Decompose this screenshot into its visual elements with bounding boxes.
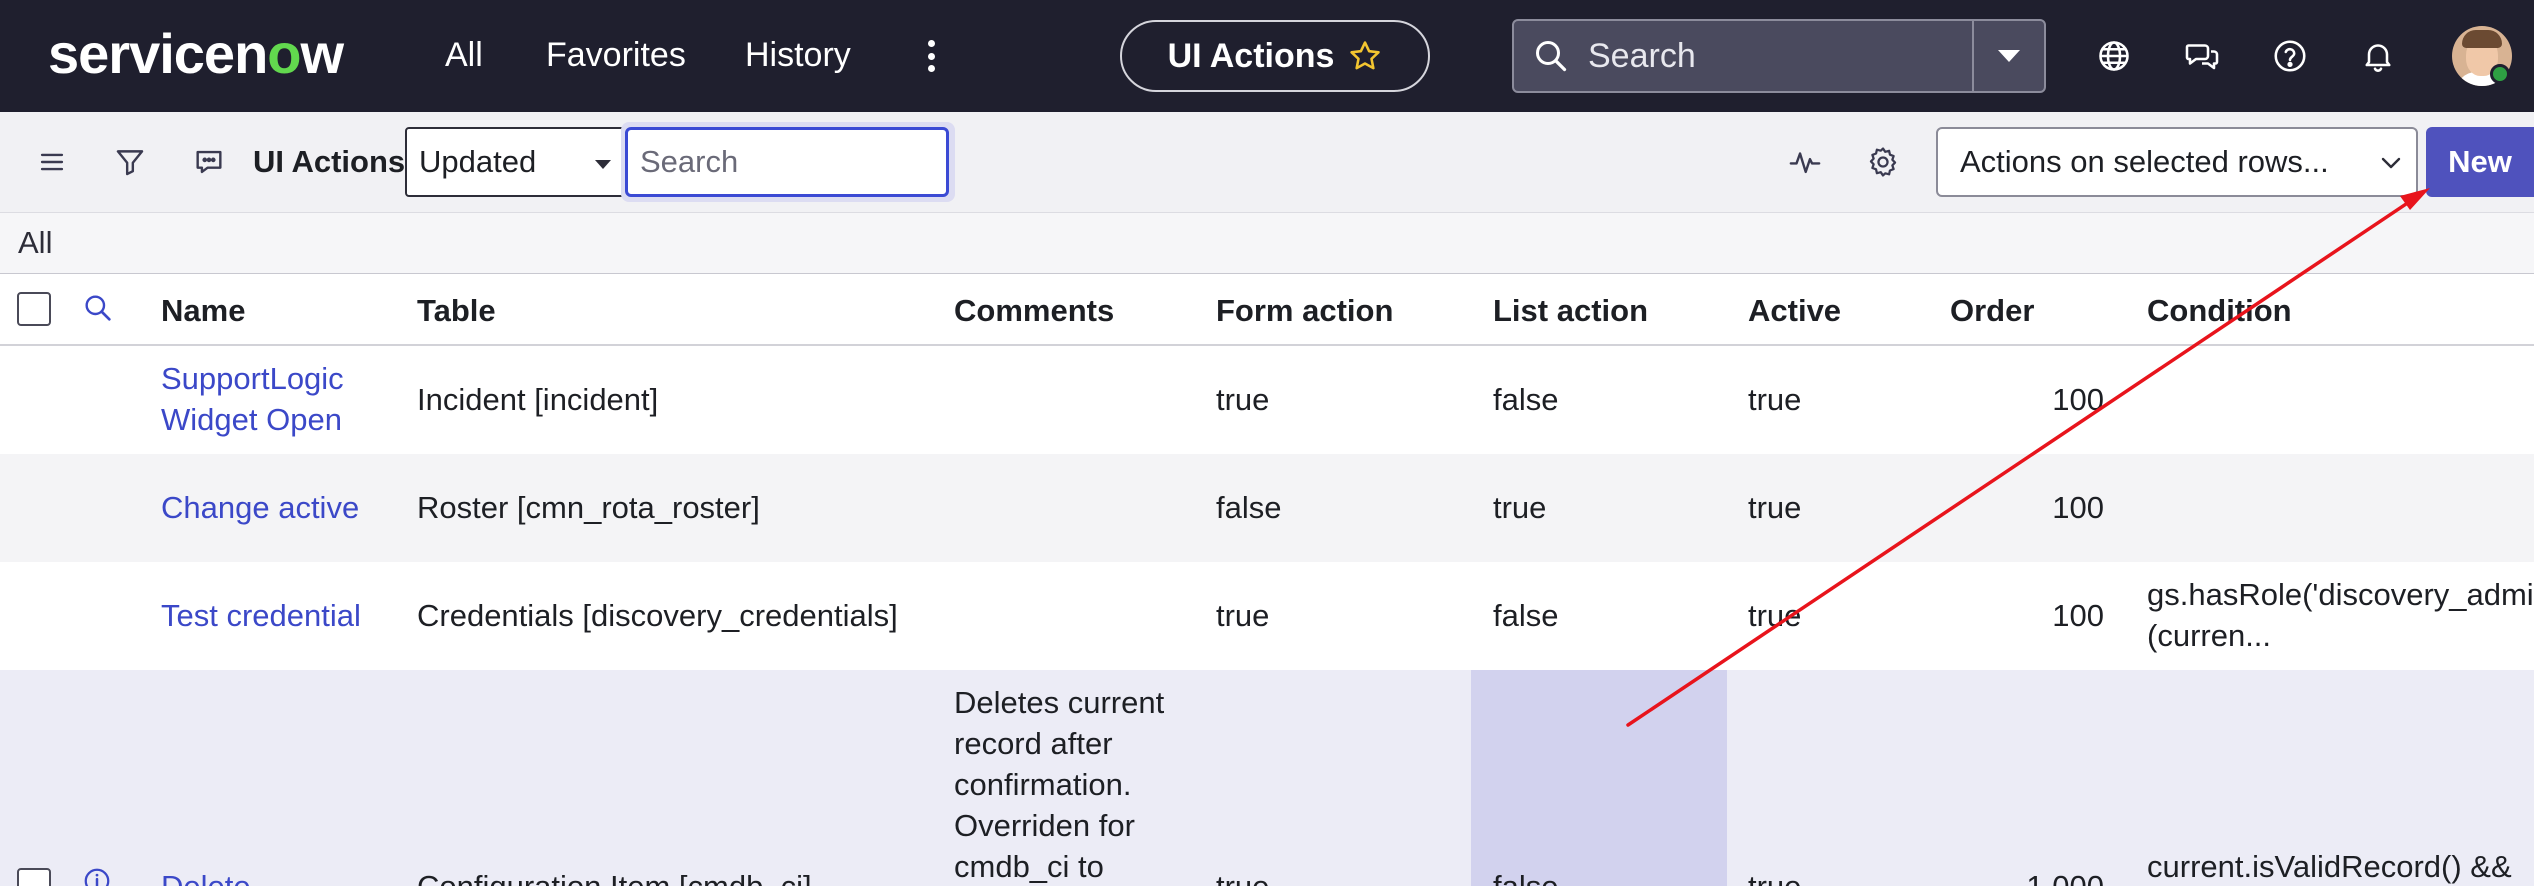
list-activity-stream-icon[interactable] bbox=[189, 142, 229, 182]
column-header-name[interactable]: Name bbox=[161, 292, 245, 330]
chat-icon[interactable] bbox=[2180, 34, 2224, 78]
breadcrumb-all[interactable]: All bbox=[18, 225, 52, 261]
name-line: SupportLogic bbox=[161, 361, 344, 396]
table-cell: Roster [cmn_rota_roster] bbox=[417, 490, 760, 525]
table-cell: Configuration Item [cmdb_ci] bbox=[417, 866, 812, 886]
active-cell: true bbox=[1748, 598, 1802, 633]
form-action-cell: true bbox=[1216, 866, 1269, 886]
global-search-input[interactable]: Search bbox=[1588, 37, 1972, 76]
name-line: Widget Open bbox=[161, 402, 342, 437]
list-action-cell-highlight bbox=[1471, 670, 1727, 886]
list-search-input[interactable]: Search bbox=[625, 127, 949, 197]
column-header-comments[interactable]: Comments bbox=[954, 292, 1114, 330]
active-cell: true bbox=[1748, 490, 1802, 525]
column-search-icon[interactable] bbox=[82, 292, 118, 328]
column-header-list-action[interactable]: List action bbox=[1493, 292, 1648, 330]
record-name-link[interactable]: Test credential bbox=[161, 595, 361, 636]
comment-line: Deletes current bbox=[954, 685, 1165, 720]
active-cell: true bbox=[1748, 382, 1802, 417]
condition-cell: gs.hasRole('discovery_admin' (curren... bbox=[2147, 574, 2534, 656]
notifications-bell-icon[interactable] bbox=[2356, 34, 2400, 78]
order-cell: 100 bbox=[2052, 598, 2104, 633]
chevron-down-icon bbox=[2381, 157, 2401, 169]
column-header-condition[interactable]: Condition bbox=[2147, 292, 2292, 330]
context-title-pill[interactable]: UI Actions bbox=[1120, 20, 1430, 92]
list-action-cell: false bbox=[1493, 866, 1558, 886]
caret-down-icon bbox=[1998, 50, 2020, 62]
comments-cell: Deletes current record after confirmatio… bbox=[954, 682, 1164, 886]
hamburger-menu-icon[interactable] bbox=[32, 142, 72, 182]
help-icon[interactable] bbox=[2268, 34, 2312, 78]
list-toolbar: UI Actions Updated Search Actions on sel… bbox=[0, 112, 2534, 212]
breadcrumb: All bbox=[0, 212, 2534, 274]
condition-cell: current.isValidRecord() && bbox=[2147, 849, 2512, 884]
nav-favorites[interactable]: Favorites bbox=[546, 32, 686, 78]
star-icon[interactable] bbox=[1348, 39, 1382, 73]
condition-line: (curren... bbox=[2147, 618, 2272, 653]
comment-line: record after bbox=[954, 726, 1113, 761]
column-header-active[interactable]: Active bbox=[1748, 292, 1841, 330]
comment-line: Overriden for bbox=[954, 808, 1135, 843]
actions-on-selected-rows-select[interactable]: Actions on selected rows... bbox=[1936, 127, 2418, 197]
search-scope-dropdown[interactable] bbox=[1972, 21, 2044, 91]
caret-down-icon bbox=[595, 160, 611, 169]
settings-gear-icon[interactable] bbox=[1863, 142, 1903, 182]
context-title: UI Actions bbox=[1167, 36, 1335, 75]
comment-line: cmdb_ci to bbox=[954, 849, 1104, 884]
table-row[interactable]: SupportLogic Widget Open Incident [incid… bbox=[0, 346, 2534, 454]
active-cell: true bbox=[1748, 866, 1801, 886]
nav-history[interactable]: History bbox=[745, 32, 851, 78]
row-select-checkbox[interactable] bbox=[17, 868, 51, 886]
list-action-cell: false bbox=[1493, 598, 1559, 633]
nav-all[interactable]: All bbox=[445, 32, 483, 78]
condition-line: gs.hasRole('discovery_admin' bbox=[2147, 577, 2534, 612]
global-search[interactable]: Search bbox=[1512, 19, 2046, 93]
table-row[interactable]: Test credential Credentials [discovery_c… bbox=[0, 562, 2534, 670]
table-row[interactable]: Change active Roster [cmn_rota_roster] f… bbox=[0, 454, 2534, 562]
table-cell: Incident [incident] bbox=[417, 382, 659, 417]
new-button[interactable]: New bbox=[2426, 127, 2534, 197]
search-icon bbox=[1514, 21, 1588, 91]
form-action-cell: true bbox=[1216, 598, 1270, 633]
table-header: Name Table Comments Form action List act… bbox=[0, 274, 2534, 346]
column-header-order[interactable]: Order bbox=[1950, 292, 2034, 330]
record-name-link[interactable]: Delete bbox=[161, 866, 251, 886]
search-field-select[interactable]: Updated bbox=[405, 127, 627, 197]
order-cell: 100 bbox=[2052, 382, 2104, 417]
top-navigation-bar: servicenow All Favorites History UI Acti… bbox=[0, 0, 2534, 112]
comment-line: confirmation. bbox=[954, 767, 1132, 802]
list-action-cell: true bbox=[1493, 490, 1547, 525]
response-time-icon[interactable] bbox=[1785, 142, 1825, 182]
record-name-link[interactable]: Change active bbox=[161, 487, 359, 528]
form-action-cell: false bbox=[1216, 490, 1282, 525]
table-cell: Credentials [discovery_credentials] bbox=[417, 598, 898, 633]
form-action-cell: true bbox=[1216, 382, 1270, 417]
preview-info-icon[interactable] bbox=[82, 866, 116, 886]
servicenow-logo[interactable]: servicenow bbox=[48, 22, 344, 86]
search-field-value: Updated bbox=[419, 144, 537, 179]
order-cell: 1,000 bbox=[1984, 866, 2104, 886]
filter-icon[interactable] bbox=[110, 142, 150, 182]
online-status-badge bbox=[2490, 64, 2510, 84]
more-menu-icon[interactable] bbox=[916, 36, 946, 76]
list-action-cell: false bbox=[1493, 382, 1559, 417]
order-cell: 100 bbox=[2052, 490, 2104, 525]
column-header-table[interactable]: Table bbox=[417, 292, 496, 330]
globe-icon[interactable] bbox=[2092, 34, 2136, 78]
actions-select-value: Actions on selected rows... bbox=[1960, 144, 2329, 179]
record-name-link[interactable]: SupportLogic Widget Open bbox=[161, 358, 344, 440]
select-all-checkbox[interactable] bbox=[17, 292, 51, 326]
column-header-form-action[interactable]: Form action bbox=[1216, 292, 1393, 330]
list-title: UI Actions bbox=[253, 144, 406, 179]
